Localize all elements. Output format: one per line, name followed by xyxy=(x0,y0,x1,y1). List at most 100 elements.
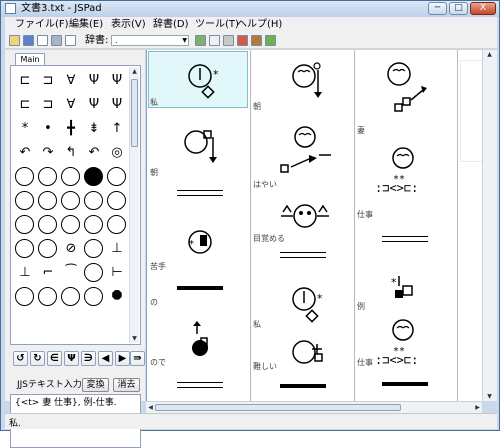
rotate-right-icon[interactable]: ↻ xyxy=(30,351,45,366)
symbol-cell[interactable]: • xyxy=(37,118,59,140)
sign-glyph[interactable] xyxy=(379,60,439,118)
dictionary-delete-icon[interactable] xyxy=(237,35,248,46)
document-vertical-scrollbar[interactable]: ▲ ▼ xyxy=(482,50,497,401)
dictionary-edit-icon[interactable] xyxy=(223,35,234,46)
scroll-down-icon[interactable]: ▼ xyxy=(485,392,494,401)
sign-glyph[interactable] xyxy=(275,125,335,175)
face-symbol[interactable] xyxy=(15,215,34,234)
symbol-cell[interactable]: ⊏ xyxy=(14,70,36,92)
face-symbol[interactable] xyxy=(84,263,103,282)
symbol-cell[interactable]: ↰ xyxy=(60,142,82,164)
symbol-cell[interactable]: ◎ xyxy=(106,142,128,164)
scroll-right-icon[interactable]: ▶ xyxy=(473,403,482,412)
symbol-cell[interactable]: ⊘ xyxy=(60,238,82,260)
sign-glyph[interactable] xyxy=(183,320,227,364)
menu-view[interactable]: 表示(V) xyxy=(111,18,146,32)
face-symbol[interactable] xyxy=(15,191,34,210)
face-symbol[interactable] xyxy=(84,239,103,258)
symbol-cell[interactable]: ⊢ xyxy=(106,262,128,284)
menu-edit[interactable]: 編集(E) xyxy=(69,18,103,32)
face-symbol[interactable] xyxy=(15,287,34,306)
face-symbol[interactable] xyxy=(61,287,80,306)
symbol-cell[interactable]: ↑ xyxy=(106,118,128,140)
sign-glyph[interactable] xyxy=(275,198,335,238)
symbol-cell[interactable]: ⌐ xyxy=(37,262,59,284)
palette-scroll-thumb[interactable] xyxy=(131,79,138,147)
face-symbol[interactable] xyxy=(84,215,103,234)
symbol-cell[interactable]: ⁀ xyxy=(60,262,82,284)
maximize-button[interactable]: □ xyxy=(449,2,468,15)
preview-icon[interactable] xyxy=(65,35,76,46)
face-symbol[interactable] xyxy=(84,287,103,306)
symbol-cell[interactable]: * xyxy=(14,118,36,140)
face-symbol[interactable] xyxy=(15,167,34,186)
open-icon[interactable] xyxy=(9,35,20,46)
symbol-cell[interactable]: ⊥ xyxy=(14,262,36,284)
move-left-icon[interactable]: ◀ xyxy=(98,351,113,366)
symbol-cell[interactable]: ↶ xyxy=(83,142,105,164)
minimize-button[interactable]: ─ xyxy=(428,2,447,15)
rotate-left-icon[interactable]: ↺ xyxy=(13,351,28,366)
sign-glyph[interactable] xyxy=(179,125,223,169)
symbol-cell[interactable]: ⯃ xyxy=(106,286,128,308)
clear-button[interactable]: 消去 xyxy=(113,378,140,392)
sign-glyph[interactable]: * xyxy=(287,282,331,326)
tools-icon[interactable] xyxy=(251,35,262,46)
save-icon[interactable] xyxy=(23,35,34,46)
face-symbol[interactable] xyxy=(15,239,34,258)
dictionary-select[interactable]: . ▼ xyxy=(111,35,189,46)
menu-dictionary[interactable]: 辞書(D) xyxy=(153,18,189,32)
symbol-cell[interactable]: ↶ xyxy=(14,142,36,164)
flip-vertical-icon[interactable]: Ψ xyxy=(64,351,79,366)
face-symbol[interactable] xyxy=(38,215,57,234)
face-symbol[interactable] xyxy=(38,239,57,258)
run-icon[interactable] xyxy=(265,35,276,46)
scroll-up-icon[interactable]: ▲ xyxy=(485,50,494,59)
menu-help[interactable]: ヘルプ(H) xyxy=(237,18,282,32)
symbol-cell[interactable]: ∀ xyxy=(60,70,82,92)
sign-glyph[interactable]: * xyxy=(183,60,227,104)
symbol-cell[interactable]: ↷ xyxy=(37,142,59,164)
face-symbol[interactable] xyxy=(84,167,103,186)
search-icon[interactable] xyxy=(209,35,220,46)
menu-tools[interactable]: ツール(T) xyxy=(195,18,239,32)
sign-glyph[interactable]: ** :⊐<>⊏: xyxy=(369,318,439,374)
convert-button[interactable]: 変換 xyxy=(82,378,109,392)
symbol-cell[interactable]: ⊏ xyxy=(14,94,36,116)
sign-glyph[interactable]: * xyxy=(387,272,431,308)
sign-glyph[interactable]: ** :⊐<>⊏: xyxy=(369,146,439,202)
face-symbol[interactable] xyxy=(38,287,57,306)
symbol-cell[interactable]: ⊐ xyxy=(37,70,59,92)
palette-scrollbar[interactable]: ▲ ▼ xyxy=(129,67,139,343)
face-symbol[interactable] xyxy=(107,191,126,210)
close-button[interactable]: X xyxy=(470,2,496,15)
scroll-left-icon[interactable]: ◀ xyxy=(146,403,155,412)
symbol-cell[interactable]: ∀ xyxy=(60,94,82,116)
menu-file[interactable]: ファイル(F) xyxy=(15,18,69,32)
symbol-cell[interactable]: ⊥ xyxy=(106,238,128,260)
face-symbol[interactable] xyxy=(38,191,57,210)
sign-glyph[interactable] xyxy=(287,60,331,104)
horizontal-scroll-thumb[interactable] xyxy=(155,404,401,411)
symbol-cell[interactable]: Ψ xyxy=(83,94,105,116)
scroll-up-icon[interactable]: ▲ xyxy=(130,67,139,76)
move-right-icon[interactable]: ▶ xyxy=(115,351,130,366)
face-symbol[interactable] xyxy=(61,191,80,210)
sign-glyph[interactable] xyxy=(287,335,331,375)
symbol-cell[interactable]: Ψ xyxy=(106,70,128,92)
new-icon[interactable] xyxy=(37,35,48,46)
print-icon[interactable] xyxy=(51,35,62,46)
face-symbol[interactable] xyxy=(38,167,57,186)
face-symbol[interactable] xyxy=(107,215,126,234)
flip-horizontal-icon[interactable]: ∈ xyxy=(47,351,62,366)
symbol-cell[interactable]: ╋ xyxy=(60,118,82,140)
dictionary-add-icon[interactable] xyxy=(195,35,206,46)
face-symbol[interactable] xyxy=(61,215,80,234)
symbol-cell[interactable]: Ψ xyxy=(106,94,128,116)
face-symbol[interactable] xyxy=(107,167,126,186)
face-symbol[interactable] xyxy=(84,191,103,210)
sign-glyph[interactable]: * xyxy=(183,225,227,269)
face-symbol[interactable] xyxy=(61,167,80,186)
expand-icon[interactable]: ⇛ xyxy=(130,351,145,366)
document-area[interactable]: * 私 朝 * 苦手 の ので 朝 はやい 目覚める * 私 難しい 妻 ** … xyxy=(146,50,497,401)
